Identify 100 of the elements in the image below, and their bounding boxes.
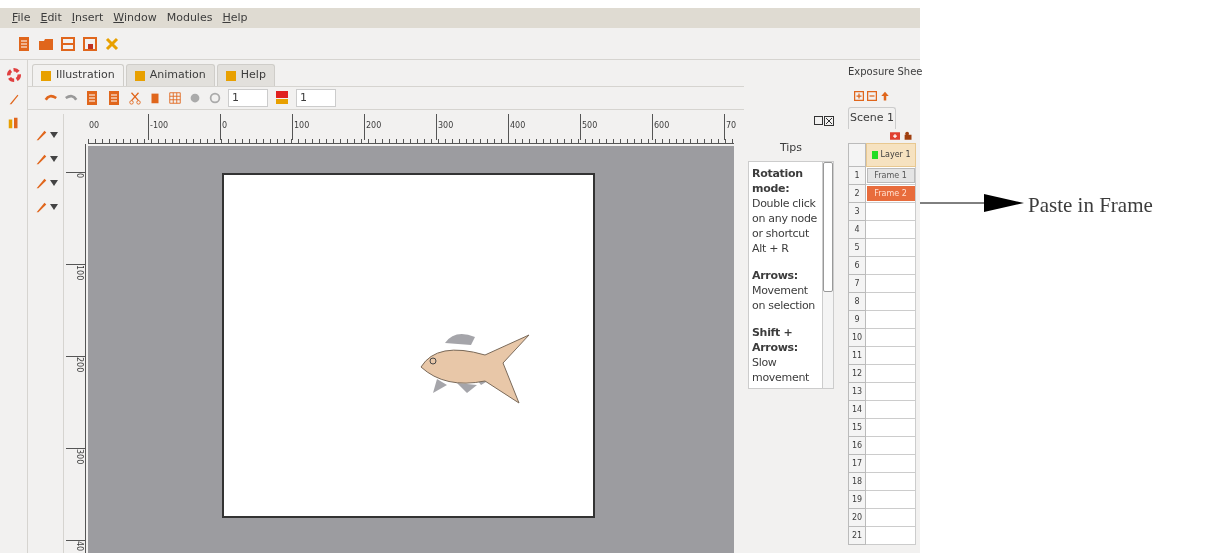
layers-icon[interactable] <box>274 90 290 106</box>
ruler-label: 100 <box>66 264 85 356</box>
menu-item[interactable]: File <box>12 9 31 27</box>
row-number: 6 <box>848 257 866 275</box>
grid-icon[interactable] <box>168 91 182 105</box>
ruler-label: 0 <box>66 172 85 264</box>
row-number: 11 <box>848 347 866 365</box>
float-icon[interactable] <box>814 116 823 125</box>
dropdown-caret-icon[interactable] <box>49 204 58 210</box>
frame-cell[interactable] <box>866 365 916 383</box>
row-number: 1 <box>848 167 866 185</box>
menu-item[interactable]: Window <box>113 9 157 27</box>
frame-cell[interactable] <box>866 257 916 275</box>
ruler-label: 200 <box>66 356 85 448</box>
tip-text: Arrows: Movement on selection <box>752 267 817 313</box>
spin-box[interactable]: 1 <box>296 89 336 107</box>
menu-item[interactable]: Insert <box>71 9 104 27</box>
row-number: 16 <box>848 437 866 455</box>
frame-cell[interactable] <box>866 527 916 545</box>
tip-text: Rotation mode: Double click on any node or shortcut Alt + R <box>752 165 819 256</box>
add-frame-icon[interactable] <box>888 131 902 141</box>
dropdown-caret-icon[interactable] <box>49 180 58 186</box>
row-number: 19 <box>848 491 866 509</box>
row-number: 20 <box>848 509 866 527</box>
row-number: 17 <box>848 455 866 473</box>
row-number: 10 <box>848 329 866 347</box>
paste-icon[interactable] <box>106 90 122 106</box>
ruler-label: 400 <box>508 114 580 140</box>
frame-cell[interactable] <box>866 203 916 221</box>
onion-icon[interactable] <box>188 91 202 105</box>
frame-cell[interactable] <box>866 275 916 293</box>
frame-cell[interactable] <box>866 293 916 311</box>
scene-tab[interactable]: Scene 1 <box>848 107 896 129</box>
tab[interactable]: Illustration <box>32 64 124 86</box>
row-number: 14 <box>848 401 866 419</box>
row-number: 15 <box>848 419 866 437</box>
panel-title: Tips <box>778 140 804 156</box>
dropdown-caret-icon[interactable] <box>49 156 58 162</box>
add-icon[interactable] <box>854 91 864 101</box>
ruler-label: 200 <box>364 114 436 140</box>
move-up-icon[interactable] <box>880 91 890 101</box>
save-icon[interactable] <box>60 35 76 52</box>
panel-title: Exposure Shee <box>848 65 920 79</box>
ruler-label: 00 <box>88 120 101 132</box>
frame-cell[interactable] <box>866 347 916 365</box>
library-icon[interactable] <box>6 116 21 130</box>
frame-cell[interactable] <box>866 419 916 437</box>
tab[interactable]: Help <box>216 64 275 86</box>
annotation-label: Paste in Frame <box>1028 192 1153 219</box>
frame-cell[interactable] <box>866 239 916 257</box>
layer-name: Layer 1 <box>880 149 911 161</box>
ruler-label: 70 <box>724 114 796 140</box>
tab[interactable]: Animation <box>125 64 215 86</box>
corner-cell <box>848 143 866 167</box>
row-number: 8 <box>848 293 866 311</box>
frame-cell[interactable] <box>866 383 916 401</box>
menu-item[interactable]: Help <box>222 9 248 27</box>
tab-icon <box>41 70 51 81</box>
menu-item[interactable]: Edit <box>40 9 62 27</box>
row-number: 2 <box>848 185 866 203</box>
row-number: 12 <box>848 365 866 383</box>
ruler-label: 100 <box>292 114 364 140</box>
copy-icon[interactable] <box>84 90 100 106</box>
tip-text: Shift + Arrows: Slow movement <box>752 324 811 385</box>
frame-cell[interactable] <box>866 311 916 329</box>
spin-box[interactable]: 1 <box>228 89 268 107</box>
onion-next-icon[interactable] <box>208 91 222 105</box>
ruler-label: 0 <box>220 114 292 140</box>
ruler-label: 300 <box>436 114 508 140</box>
frame-cell[interactable] <box>866 221 916 239</box>
new-document-icon[interactable] <box>16 35 32 52</box>
row-number: 13 <box>848 383 866 401</box>
save-as-icon[interactable] <box>82 35 98 52</box>
close-icon[interactable] <box>824 116 834 126</box>
scrollbar[interactable] <box>822 161 833 388</box>
row-number: 7 <box>848 275 866 293</box>
frame-cell[interactable] <box>866 329 916 347</box>
frame-cell[interactable] <box>866 509 916 527</box>
frame-label[interactable]: Frame 1 <box>866 168 915 183</box>
ruler-label: 40 <box>66 540 85 553</box>
menu-item[interactable]: Modules <box>166 9 213 27</box>
tab-icon <box>225 70 236 81</box>
frame-cell[interactable] <box>866 473 916 491</box>
remove-icon[interactable] <box>867 91 877 101</box>
frame-cell[interactable] <box>866 455 916 473</box>
tab-icon <box>134 70 145 81</box>
dropdown-caret-icon[interactable] <box>49 132 58 138</box>
ruler-label: 300 <box>66 448 85 540</box>
frame-cell[interactable] <box>866 491 916 509</box>
ruler-label: 500 <box>580 114 652 140</box>
cut-icon[interactable] <box>128 91 142 105</box>
row-number: 18 <box>848 473 866 491</box>
frame-cell[interactable] <box>866 401 916 419</box>
ruler-label: 600 <box>652 114 724 140</box>
frame-cell[interactable] <box>866 437 916 455</box>
layer-header[interactable]: Layer 1 <box>866 143 916 167</box>
row-number: 3 <box>848 203 866 221</box>
ruler-label: -100 <box>148 114 220 140</box>
color-wheel-icon[interactable] <box>6 68 21 82</box>
row-number: 4 <box>848 221 866 239</box>
